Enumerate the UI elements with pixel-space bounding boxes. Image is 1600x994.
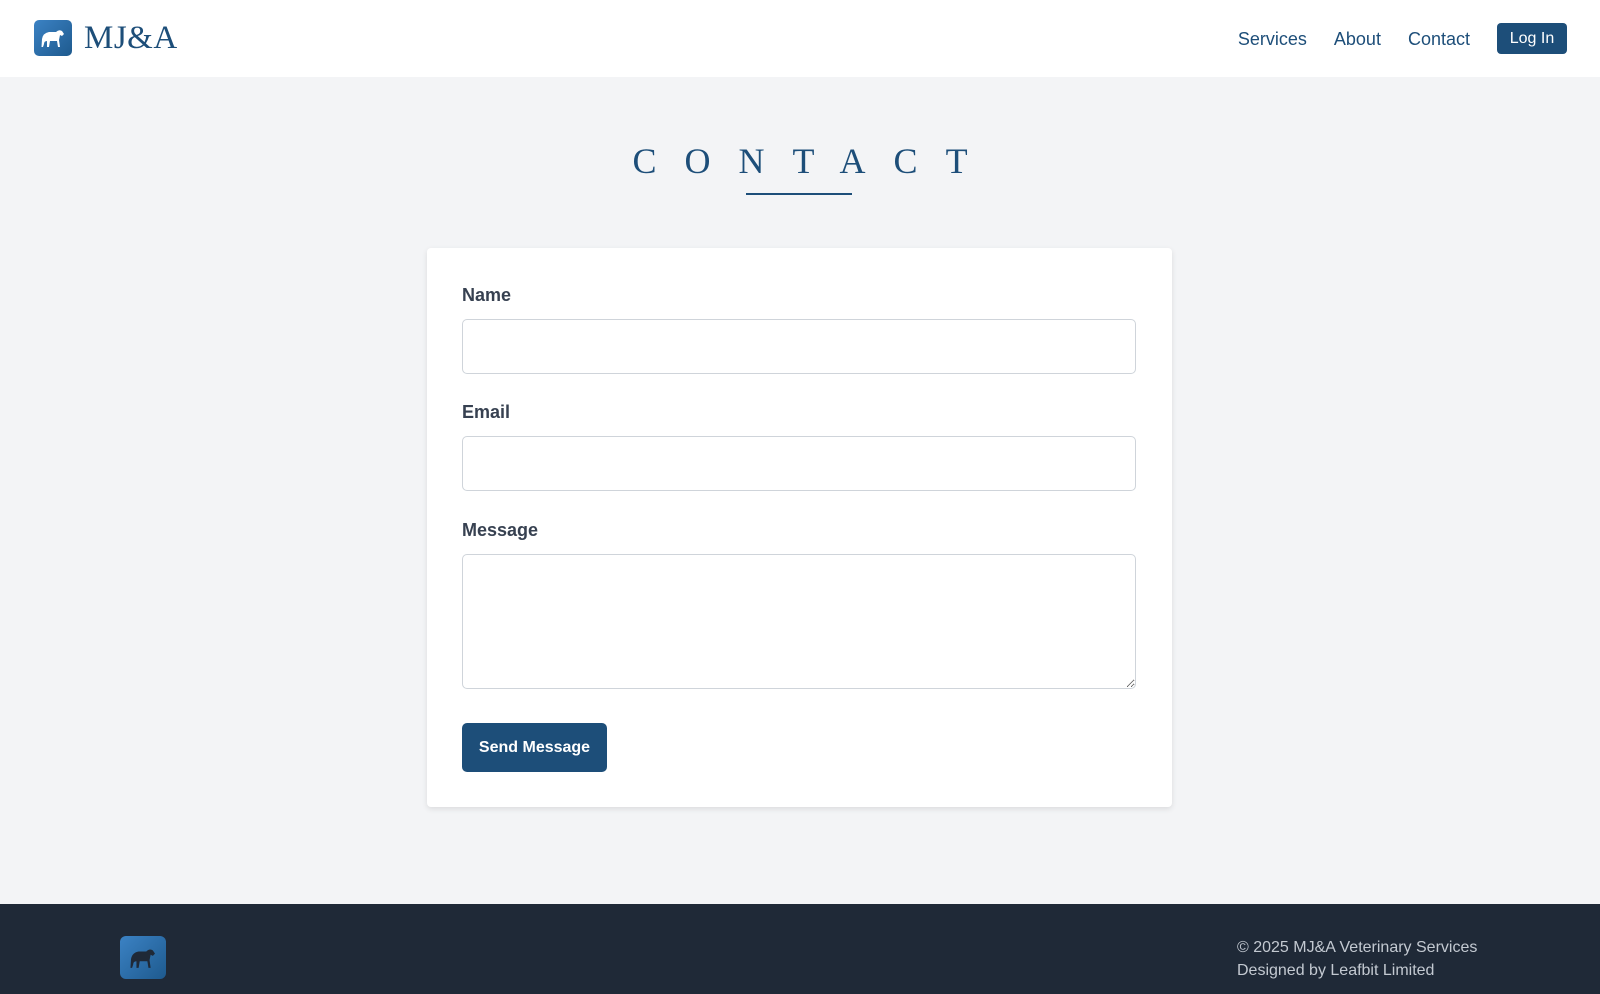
site-header: MJ&A Services About Contact Log In bbox=[0, 0, 1600, 77]
message-label: Message bbox=[462, 520, 539, 540]
horse-icon bbox=[34, 20, 72, 56]
brand-home-link[interactable]: MJ&A bbox=[34, 20, 178, 56]
email-input[interactable] bbox=[462, 436, 1136, 491]
contact-form-card: Name Email Message Send Message bbox=[427, 248, 1172, 807]
login-button[interactable]: Log In bbox=[1497, 23, 1567, 54]
footer-horse-icon bbox=[120, 936, 166, 979]
nav-link-about[interactable]: About bbox=[1334, 24, 1381, 54]
main-nav: Services About Contact Log In bbox=[1238, 23, 1567, 54]
footer-text: © 2025 MJ&A Veterinary Services Designed… bbox=[1237, 936, 1477, 982]
brand-name: MJ&A bbox=[84, 20, 178, 56]
title-underline bbox=[746, 193, 852, 195]
site-footer: © 2025 MJ&A Veterinary Services Designed… bbox=[0, 904, 1600, 994]
email-label: Email bbox=[462, 402, 511, 422]
message-textarea[interactable] bbox=[462, 554, 1136, 689]
nav-link-services[interactable]: Services bbox=[1238, 24, 1307, 54]
send-message-button[interactable]: Send Message bbox=[462, 723, 607, 772]
nav-link-contact[interactable]: Contact bbox=[1408, 24, 1470, 54]
footer-credit: Designed by Leafbit Limited bbox=[1237, 962, 1435, 979]
name-input[interactable] bbox=[462, 319, 1136, 374]
page-title: CONTACT bbox=[632, 141, 996, 181]
name-label: Name bbox=[462, 285, 512, 305]
footer-copyright: © 2025 MJ&A Veterinary Services bbox=[1237, 939, 1478, 956]
